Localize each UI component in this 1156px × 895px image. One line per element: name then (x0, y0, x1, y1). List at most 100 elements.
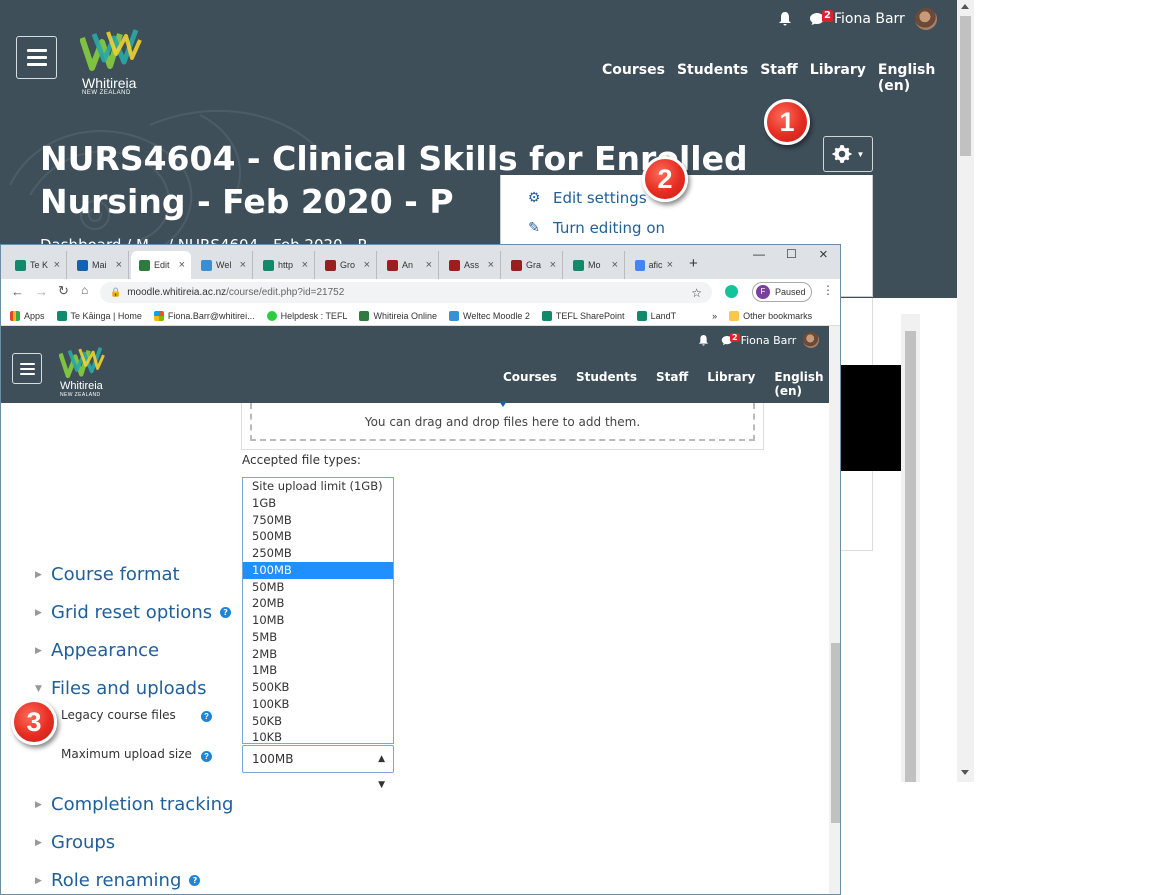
upload-option[interactable]: 750MB (243, 512, 393, 529)
bg-menu-button[interactable] (16, 36, 57, 79)
nav-library[interactable]: Library (810, 62, 866, 94)
help-icon[interactable]: ? (201, 711, 212, 722)
tab-2[interactable]: Mai × (69, 251, 129, 279)
menu-turn-editing-on[interactable]: ✎ Turn editing on (527, 219, 665, 237)
tab-close-icon[interactable]: × (116, 259, 122, 271)
tab-close-icon[interactable]: × (426, 259, 432, 271)
tab-11[interactable]: afic × (627, 251, 679, 279)
nav-language[interactable]: English (en) (774, 370, 829, 398)
scroll-down-icon[interactable] (961, 770, 969, 775)
tab-3-active[interactable]: Edit × (131, 251, 191, 279)
notification-bell-icon[interactable] (778, 11, 792, 27)
user-name[interactable]: Fiona Barr (741, 334, 797, 347)
nav-students[interactable]: Students (677, 62, 748, 94)
more-bookmarks-icon[interactable]: » (712, 311, 717, 321)
upload-option[interactable]: 10KB (243, 729, 393, 746)
bookmark-helpdesk[interactable]: Helpdesk : TEFL (266, 310, 347, 321)
nav-language[interactable]: English (en) (878, 62, 957, 94)
tab-close-icon[interactable]: × (488, 259, 494, 271)
user-avatar[interactable] (914, 8, 937, 30)
upload-option[interactable]: 5MB (243, 629, 393, 646)
scroll-thumb[interactable] (831, 643, 840, 823)
scroll-thumb[interactable] (960, 16, 971, 156)
section-files-uploads[interactable]: ▼ Files and uploads (35, 678, 207, 699)
bookmark-tefl-sharepoint[interactable]: TEFL SharePoint (541, 310, 625, 321)
bookmark-te-kainga[interactable]: Te Kāinga | Home (56, 310, 142, 321)
address-input[interactable]: 🔒 moodle.whitireia.ac.nz/course/edit.php… (100, 282, 712, 303)
tab-8[interactable]: Ass × (441, 251, 501, 279)
upload-option[interactable]: 500KB (243, 679, 393, 696)
bookmark-weltec[interactable]: Weltec Moodle 2 (448, 310, 530, 321)
upload-option[interactable]: 50KB (243, 713, 393, 730)
bookmark-whitireia-online[interactable]: Whitireia Online (359, 310, 437, 321)
back-icon[interactable]: ← (11, 284, 24, 299)
nav-courses[interactable]: Courses (602, 62, 665, 94)
section-appearance[interactable]: ▶ Appearance (35, 640, 159, 661)
nav-staff[interactable]: Staff (656, 370, 688, 398)
notification-bell-icon[interactable] (698, 334, 709, 347)
browser-menu-icon[interactable]: ⋮ (822, 283, 834, 297)
nav-students[interactable]: Students (576, 370, 637, 398)
extension-icon[interactable] (725, 285, 738, 298)
menu-edit-settings[interactable]: ⚙ Edit settings (527, 189, 647, 207)
upload-option[interactable]: 500MB (243, 528, 393, 545)
upload-option-selected[interactable]: 100MB (243, 561, 393, 579)
tab-7[interactable]: An × (379, 251, 439, 279)
tab-4[interactable]: Wel × (193, 251, 253, 279)
bg-page-scrollbar[interactable] (957, 0, 974, 782)
fg-page-scrollbar[interactable] (829, 326, 840, 894)
max-upload-size-select[interactable]: 100MB ▲ ▼ (242, 745, 394, 790)
help-icon[interactable]: ? (220, 607, 232, 618)
nav-library[interactable]: Library (707, 370, 755, 398)
profile-paused-button[interactable]: F Paused (752, 282, 812, 302)
user-avatar[interactable] (803, 332, 820, 348)
nav-courses[interactable]: Courses (503, 370, 557, 398)
section-grid-reset[interactable]: ▶ Grid reset options? (35, 602, 232, 623)
section-groups[interactable]: ▶ Groups (35, 832, 115, 853)
user-name[interactable]: Fiona Barr (834, 11, 905, 27)
upload-option[interactable]: 10MB (243, 612, 393, 629)
forward-icon[interactable]: → (35, 284, 48, 299)
section-role-renaming[interactable]: ▶ Role renaming? (35, 870, 201, 891)
minimize-icon[interactable]: — (753, 247, 765, 261)
tab-9[interactable]: Gra × (503, 251, 563, 279)
course-actions-button[interactable]: ▼ (823, 136, 873, 172)
bg-inner-scrollbar[interactable] (901, 314, 920, 782)
tab-close-icon[interactable]: × (667, 259, 673, 271)
tab-1[interactable]: Te K × (7, 251, 67, 279)
bookmark-star-icon[interactable]: ☆ (691, 286, 702, 300)
bookmark-email[interactable]: Fiona.Barr@whitirei... (153, 310, 255, 321)
upload-option[interactable]: 2MB (243, 646, 393, 663)
upload-option[interactable]: 50MB (243, 579, 393, 596)
nav-staff[interactable]: Staff (760, 62, 798, 94)
tab-close-icon[interactable]: × (612, 259, 618, 271)
section-completion-tracking[interactable]: ▶ Completion tracking (35, 794, 233, 815)
tab-close-icon[interactable]: × (179, 259, 185, 271)
file-drop-zone[interactable]: You can drag and drop files here to add … (250, 403, 755, 441)
help-icon[interactable]: ? (189, 875, 201, 886)
upload-option[interactable]: Site upload limit (1GB) (243, 478, 393, 495)
tab-10[interactable]: Mo × (565, 251, 625, 279)
bookmark-landt[interactable]: LandT (636, 310, 676, 321)
tab-close-icon[interactable]: × (364, 259, 370, 271)
reload-icon[interactable]: ↻ (58, 283, 69, 299)
max-upload-size-options[interactable]: Site upload limit (1GB) 1GB 750MB 500MB … (242, 477, 394, 744)
home-icon[interactable]: ⌂ (81, 283, 88, 297)
new-tab-icon[interactable]: + (689, 255, 698, 272)
fg-menu-button[interactable] (12, 353, 42, 384)
tab-close-icon[interactable]: × (54, 259, 60, 271)
bookmark-other[interactable]: Other bookmarks (729, 310, 812, 321)
scroll-up-icon[interactable] (961, 4, 969, 9)
upload-option[interactable]: 100KB (243, 696, 393, 713)
upload-option[interactable]: 20MB (243, 595, 393, 612)
tab-5[interactable]: http × (255, 251, 315, 279)
tab-close-icon[interactable]: × (302, 259, 308, 271)
section-course-format[interactable]: ▶ Course format (35, 564, 180, 585)
upload-option[interactable]: 250MB (243, 545, 393, 562)
upload-option[interactable]: 1MB (243, 662, 393, 679)
upload-option[interactable]: 1GB (243, 495, 393, 512)
close-window-icon[interactable]: × (819, 246, 828, 263)
bookmark-apps[interactable]: Apps (10, 310, 45, 321)
maximize-icon[interactable]: ☐ (786, 247, 797, 261)
tab-close-icon[interactable]: × (240, 259, 246, 271)
